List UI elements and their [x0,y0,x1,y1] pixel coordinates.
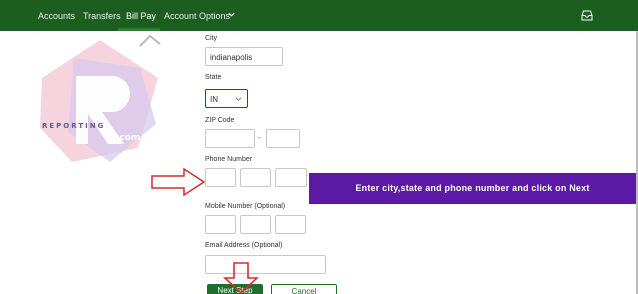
annotation-arrow-down-icon [223,262,259,294]
annotation-arrow-right-icon [151,167,206,197]
nav-accounts[interactable]: Accounts [38,11,75,21]
top-nav: Accounts Transfers Bill Pay Account Opti… [0,0,638,31]
city-label: City [205,35,218,42]
phone-line-input[interactable] [275,168,307,187]
city-value: indianapolis [210,53,253,62]
nav-bill-pay[interactable]: Bill Pay [126,11,156,21]
zip-separator: - [258,133,261,142]
mobile-prefix-input[interactable] [240,215,271,234]
mobile-area-input[interactable] [205,215,236,234]
phone-prefix-input[interactable] [240,168,271,187]
nav-transfers[interactable]: Transfers [83,11,121,21]
zip-input-1[interactable] [205,129,255,148]
zip-input-2[interactable] [266,129,300,148]
state-label: State [205,74,222,81]
bill-pay-page: Accounts Transfers Bill Pay Account Opti… [0,0,638,294]
reporting-logo: REPORTING .com [40,34,161,162]
cancel-button[interactable]: Cancel [271,284,337,294]
phone-label: Phone Number [205,156,253,163]
zip-label: ZIP Code [205,117,235,124]
logo-text: REPORTING [42,122,105,130]
mobile-line-input[interactable] [275,215,306,234]
chevron-down-icon [235,97,242,101]
email-label: Email Address (Optional) [205,242,283,249]
phone-area-input[interactable] [205,168,236,187]
mobile-label: Mobile Number (Optional) [205,203,286,210]
nav-account-options[interactable]: Account Options [164,11,230,21]
city-input[interactable]: indianapolis [205,47,283,66]
inbox-icon[interactable] [581,10,593,21]
instruction-banner: Enter city,state and phone number and cl… [309,173,636,204]
state-value: IN [210,95,218,104]
chevron-down-icon[interactable] [227,10,236,19]
state-select[interactable]: IN [205,89,248,108]
logo-suffix: .com [116,133,140,143]
